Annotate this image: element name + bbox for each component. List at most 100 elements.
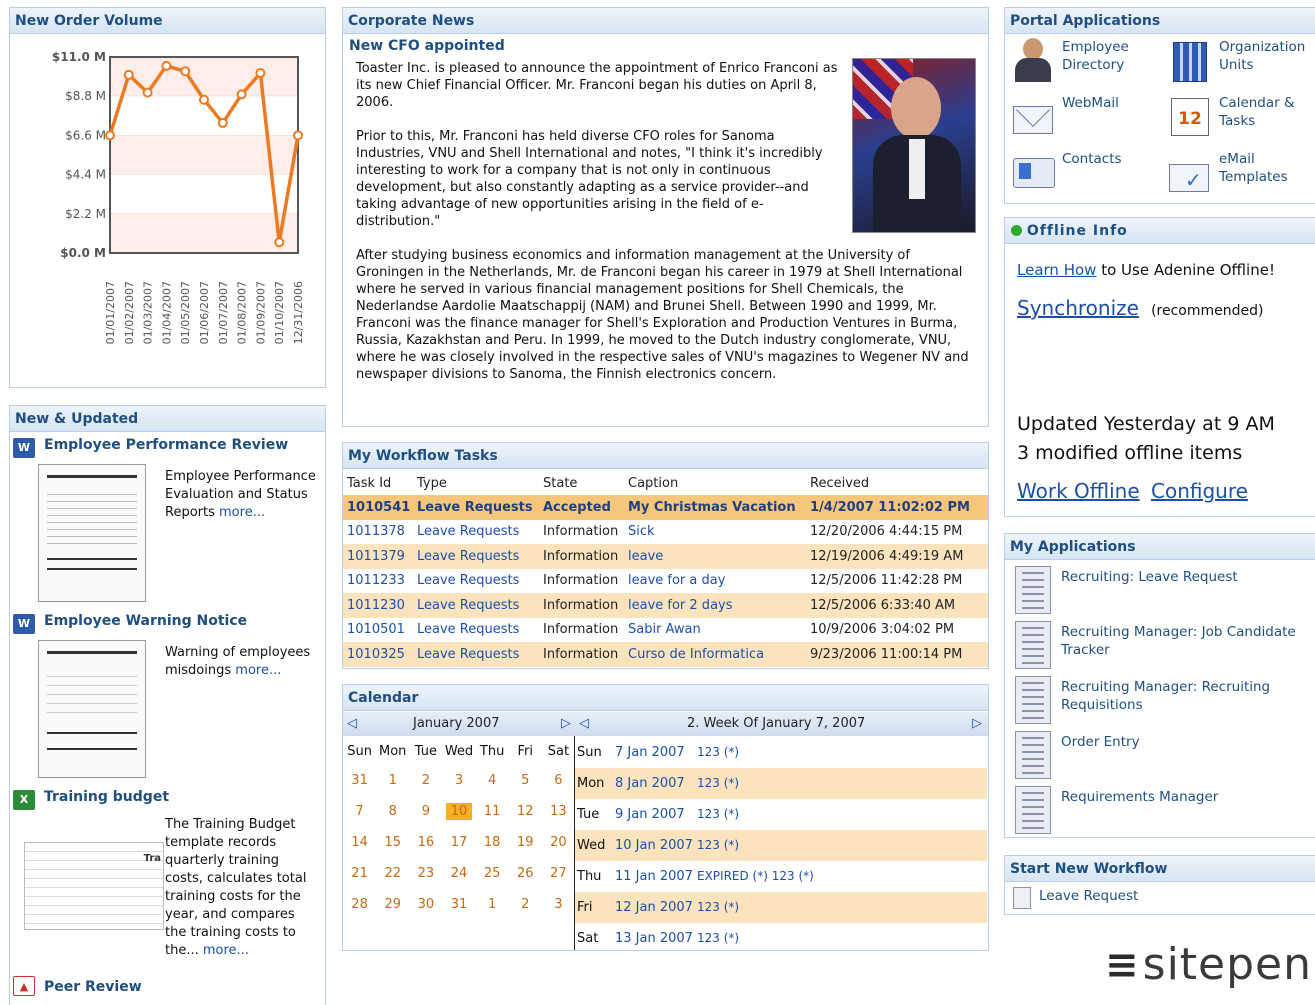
week-day-date[interactable]: 12 Jan 2007 (615, 892, 693, 923)
caption-cell[interactable]: leave (624, 544, 806, 569)
workflow-row[interactable]: 1011233 Leave Requests Information leave fo… (343, 569, 988, 594)
week-day-event[interactable]: 123 (*) (697, 923, 739, 954)
more-link[interactable]: more... (219, 505, 265, 520)
calendar-day[interactable]: 21 (343, 858, 376, 889)
week-day-date[interactable]: 10 Jan 2007 (615, 830, 693, 861)
calendar-day[interactable]: 18 (476, 827, 509, 858)
new-item-performance-review[interactable]: W Employee Performance Review Employee P… (10, 434, 325, 604)
my-app-label[interactable]: Recruiting Manager: Job Candidate Tracke… (1061, 623, 1311, 659)
calendar-day[interactable]: 17 (442, 827, 475, 858)
calendar-day[interactable]: 15 (376, 827, 409, 858)
workflow-row[interactable]: 1010541 Leave Requests Accepted My Christma… (343, 495, 988, 520)
calendar-day[interactable]: 13 (542, 796, 575, 827)
my-app-item[interactable]: Requirements Manager (1005, 786, 1315, 841)
synchronize-link[interactable]: Synchronize (1017, 296, 1139, 320)
calendar-day[interactable]: 11 (476, 796, 509, 827)
work-offline-link[interactable]: Work Offline (1017, 479, 1140, 503)
calendar-day[interactable]: 14 (343, 827, 376, 858)
calendar-day[interactable]: 31 (442, 889, 475, 920)
learn-how-link[interactable]: Learn How (1017, 261, 1096, 279)
calendar-day[interactable]: 19 (509, 827, 542, 858)
task-id-cell[interactable]: 1010501 (343, 618, 413, 643)
new-item-title[interactable]: Peer Review (44, 979, 142, 995)
col-state[interactable]: State (539, 471, 624, 495)
col-caption[interactable]: Caption (624, 471, 806, 495)
week-day-date[interactable]: 9 Jan 2007 (615, 799, 685, 830)
calendar-day[interactable]: 8 (376, 796, 409, 827)
col-received[interactable]: Received (806, 471, 988, 495)
organization-units-icon[interactable] (1167, 38, 1211, 82)
my-app-item[interactable]: Recruiting: Leave Request (1005, 566, 1315, 621)
calendar-day[interactable]: 7 (343, 796, 376, 827)
caption-cell[interactable]: Sick (624, 520, 806, 545)
more-link[interactable]: more... (235, 663, 281, 678)
calendar-day[interactable]: 2 (409, 765, 442, 796)
configure-link[interactable]: Configure (1151, 479, 1248, 503)
calendar-day[interactable]: 2 (509, 889, 542, 920)
col-task-id[interactable]: Task Id (343, 471, 413, 495)
week-day-event[interactable]: 123 (*) (697, 830, 739, 861)
calendar-icon[interactable]: 12 (1167, 94, 1211, 138)
calendar-day[interactable]: 23 (409, 858, 442, 889)
portal-item-webmail[interactable]: WebMail (1062, 94, 1152, 112)
calendar-day[interactable]: 9 (409, 796, 442, 827)
contacts-icon[interactable] (1011, 150, 1055, 194)
week-day-event[interactable]: EXPIRED (*) 123 (*) (697, 861, 814, 892)
caption-cell[interactable]: Sabir Awan (624, 618, 806, 643)
week-day-date[interactable]: 13 Jan 2007 (615, 923, 693, 954)
my-app-item[interactable]: Order Entry (1005, 731, 1315, 786)
caption-cell[interactable]: leave for 2 days (624, 593, 806, 618)
col-type[interactable]: Type (413, 471, 539, 495)
calendar-day[interactable]: 3 (542, 889, 575, 920)
calendar-day[interactable]: 26 (509, 858, 542, 889)
new-item-title[interactable]: Employee Performance Review (44, 437, 288, 453)
calendar-day[interactable]: 27 (542, 858, 575, 889)
news-headline[interactable]: New CFO appointed (349, 38, 505, 54)
portal-item-contacts[interactable]: Contacts (1062, 150, 1152, 168)
calendar-day[interactable]: 3 (442, 765, 475, 796)
task-id-cell[interactable]: 1011378 (343, 520, 413, 545)
calendar-day[interactable]: 24 (442, 858, 475, 889)
calendar-day[interactable]: 4 (476, 765, 509, 796)
calendar-day[interactable]: 6 (542, 765, 575, 796)
calendar-day[interactable]: 28 (343, 889, 376, 920)
my-app-item[interactable]: Recruiting Manager: Recruiting Requisiti… (1005, 676, 1315, 731)
my-app-label[interactable]: Requirements Manager (1061, 788, 1311, 806)
task-id-cell[interactable]: 1010325 (343, 642, 413, 667)
calendar-day[interactable]: 20 (542, 827, 575, 858)
portal-item-employee-directory[interactable]: Employee Directory (1062, 38, 1152, 74)
workflow-row[interactable]: 1011378 Leave Requests Information Sick 12/2… (343, 520, 988, 545)
workflow-row[interactable]: 1010501 Leave Requests Information Sabir Aw… (343, 618, 988, 643)
week-day-event[interactable]: 123 (*) (697, 768, 739, 799)
calendar-day[interactable]: 30 (409, 889, 442, 920)
portal-item-calendar-tasks[interactable]: Calendar & Tasks (1219, 94, 1314, 130)
calendar-day[interactable]: 31 (343, 765, 376, 796)
webmail-icon[interactable] (1011, 93, 1055, 138)
week-day-date[interactable]: 11 Jan 2007 (615, 861, 693, 892)
new-item-peer-review[interactable]: ▲ Peer Review (10, 972, 325, 1005)
calendar-day[interactable]: 25 (476, 858, 509, 889)
prev-month-icon[interactable]: ◁ (347, 712, 357, 736)
week-day-event[interactable]: 123 (*) (697, 737, 739, 768)
portal-item-organization-units[interactable]: Organization Units (1219, 38, 1314, 74)
calendar-day[interactable]: 1 (376, 765, 409, 796)
next-month-icon[interactable]: ▷ (561, 712, 571, 736)
week-day-date[interactable]: 8 Jan 2007 (615, 768, 685, 799)
new-item-training-budget[interactable]: X Training budget Tra The Training Budge… (10, 786, 325, 966)
calendar-day[interactable]: 1 (476, 889, 509, 920)
workflow-row[interactable]: 1010325 Leave Requests Information Curso de… (343, 642, 988, 667)
calendar-day[interactable]: 5 (509, 765, 542, 796)
caption-cell[interactable]: Curso de Informatica (624, 642, 806, 667)
calendar-day[interactable]: 10 (442, 796, 475, 827)
task-id-cell[interactable]: 1011379 (343, 544, 413, 569)
workflow-row[interactable]: 1011379 Leave Requests Information leave 12/… (343, 544, 988, 569)
calendar-day[interactable]: 16 (409, 827, 442, 858)
task-id-cell[interactable]: 1010541 (343, 495, 413, 520)
new-item-title[interactable]: Training budget (44, 789, 169, 805)
caption-cell[interactable]: leave for a day (624, 569, 806, 594)
my-app-item[interactable]: Recruiting Manager: Job Candidate Tracke… (1005, 621, 1315, 676)
calendar-day[interactable]: 12 (509, 796, 542, 827)
my-app-label[interactable]: Order Entry (1061, 733, 1311, 751)
task-id-cell[interactable]: 1011230 (343, 593, 413, 618)
calendar-day[interactable]: 29 (376, 889, 409, 920)
